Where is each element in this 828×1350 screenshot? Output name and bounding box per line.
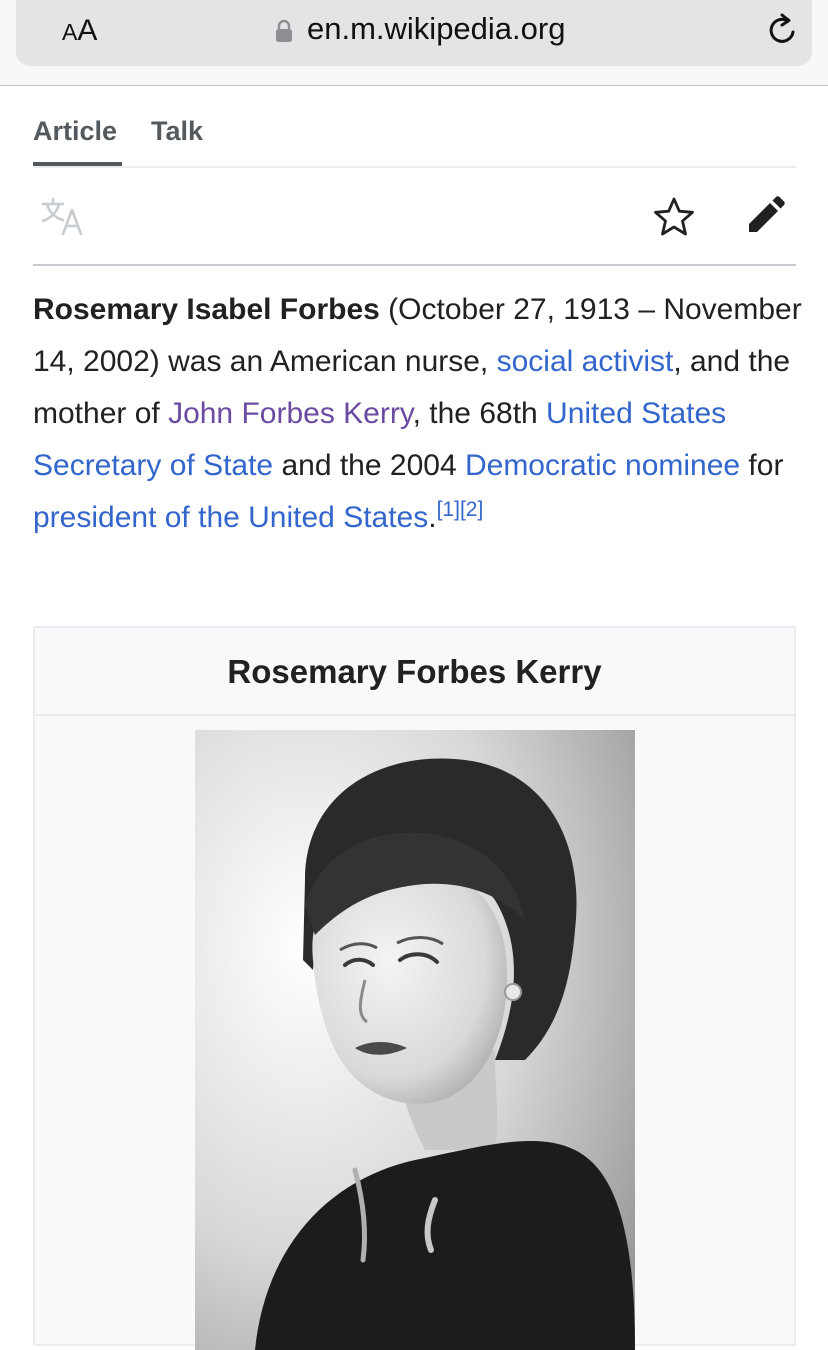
edit-icon[interactable] (745, 194, 787, 236)
reference-1[interactable]: [1] (437, 498, 460, 521)
star-icon[interactable] (653, 196, 695, 238)
link-social-activist[interactable]: social activist (497, 345, 674, 378)
link-john-forbes-kerry[interactable]: John Forbes Kerry (168, 397, 413, 430)
infobox-title: Rosemary Forbes Kerry (35, 628, 794, 716)
reference-2[interactable]: [2] (460, 498, 483, 521)
reload-icon[interactable] (764, 11, 802, 49)
portrait-image (195, 730, 635, 1350)
link-president-of-the-united-states[interactable]: president of the United States (33, 501, 428, 534)
translate-icon[interactable] (41, 196, 85, 236)
tab-article[interactable]: Article (33, 116, 117, 147)
portrait-photo[interactable] (195, 730, 635, 1350)
text-size-button[interactable]: AA (62, 14, 97, 48)
article-subject: Rosemary Isabel Forbes (33, 293, 380, 326)
browser-top-bar: AA en.m.wikipedia.org (0, 0, 828, 86)
lock-icon (276, 19, 292, 42)
page-actions-toolbar (33, 168, 796, 266)
address-bar[interactable]: AA en.m.wikipedia.org (16, 0, 812, 66)
tab-talk[interactable]: Talk (151, 116, 203, 147)
link-democratic-nominee[interactable]: Democratic nominee (465, 449, 740, 482)
lead-paragraph: Rosemary Isabel Forbes (October 27, 1913… (33, 293, 802, 534)
infobox: Rosemary Forbes Kerry (33, 626, 796, 1350)
page-tabs: Article Talk (33, 86, 796, 168)
active-tab-indicator (33, 162, 122, 166)
url-text[interactable]: en.m.wikipedia.org (307, 11, 565, 47)
